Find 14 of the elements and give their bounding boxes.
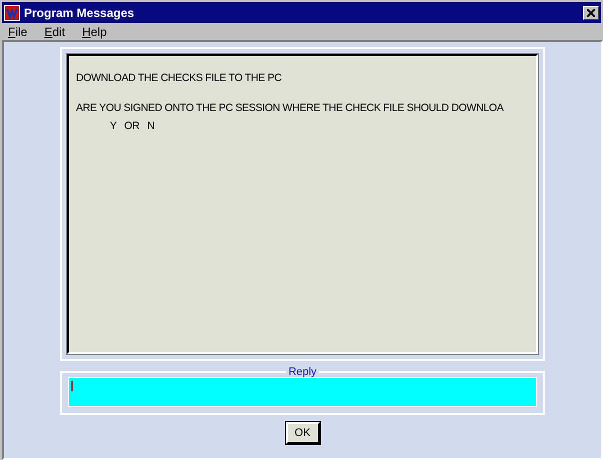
close-button[interactable] [583, 6, 599, 20]
close-icon [587, 8, 595, 16]
menu-item[interactable]: File [6, 24, 30, 38]
message-text: DOWNLOAD THE CHECKS FILE TO THE PC [76, 71, 282, 86]
window-title: Program Messages [24, 6, 136, 20]
menu-item[interactable]: Help [80, 24, 109, 38]
reply-field[interactable] [68, 377, 537, 407]
ok-button[interactable]: OK [286, 422, 320, 444]
reply-label: Reply [287, 367, 318, 377]
message-text: ARE YOU SIGNED ONTO THE PC SESSION WHERE THE CHECK FILE SHOULD DOWNLOA [76, 101, 505, 116]
text-cursor-icon [71, 381, 73, 391]
message-text: Y OR N [108, 119, 156, 134]
app-icon [4, 4, 20, 20]
menu-item[interactable]: Edit [42, 24, 68, 38]
